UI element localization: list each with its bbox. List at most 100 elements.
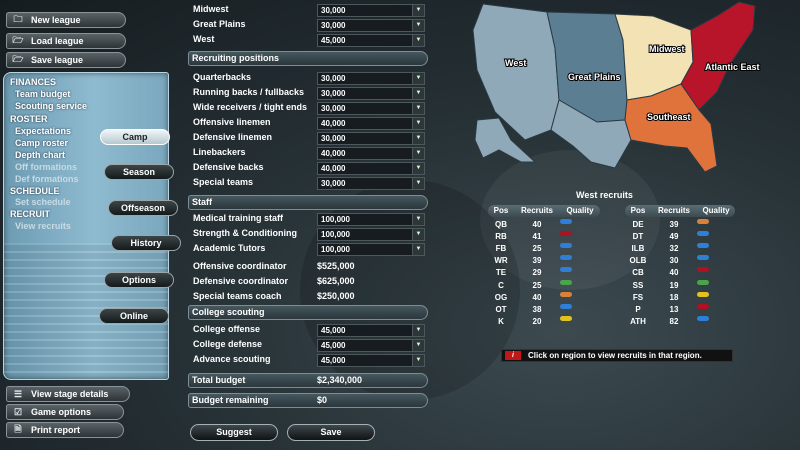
- budget-dropdown-wide-receivers-tight-ends[interactable]: 30,000 ▼: [317, 102, 425, 115]
- budget-row-label: West: [193, 34, 215, 44]
- dropdown-value: 45,000: [321, 356, 346, 365]
- budget-dropdown-defensive-linemen[interactable]: 30,000 ▼: [317, 132, 425, 145]
- budget-row-offensive-linemen: Offensive linemen 40,000 ▼: [190, 117, 430, 130]
- budget-dropdown-west[interactable]: 45,000 ▼: [317, 34, 425, 47]
- col-pos: Pos: [493, 206, 509, 215]
- recruit-row-wr[interactable]: WR 39: [488, 255, 600, 267]
- save-league-button[interactable]: 🗁 Save league: [6, 52, 126, 68]
- chevron-down-icon: ▼: [412, 178, 424, 189]
- recruit-row-fb[interactable]: FB 25: [488, 243, 600, 255]
- game-options-button[interactable]: ☑ Game options: [6, 404, 124, 420]
- recruit-row-ath[interactable]: ATH 82: [625, 315, 735, 328]
- recruit-row-cb[interactable]: CB 40: [625, 267, 735, 279]
- recruit-row-og[interactable]: OG 40: [488, 291, 600, 304]
- folder-save-icon: 🗁: [12, 54, 24, 64]
- menu-item-depth-chart[interactable]: Depth chart: [15, 150, 65, 160]
- menu-item-expectations[interactable]: Expectations: [15, 126, 71, 136]
- recruit-row-de[interactable]: DE 39: [625, 219, 735, 231]
- recruit-pos: CB: [632, 268, 644, 278]
- menu-item-view-recruits[interactable]: View recruits: [15, 221, 71, 231]
- stage-online-button[interactable]: Online: [99, 308, 169, 324]
- quality-indicator: [560, 267, 572, 273]
- recruit-row-dt[interactable]: DT 49: [625, 231, 735, 243]
- budget-dropdown-great-plains[interactable]: 30,000 ▼: [317, 19, 425, 32]
- stage-offseason-button[interactable]: Offseason: [108, 200, 178, 216]
- recruit-row-ss[interactable]: SS 19: [625, 279, 735, 292]
- sidebar: 🗀 New league 🗁 Load league 🗁 Save league…: [0, 0, 182, 450]
- print-report-button[interactable]: 🗎 Print report: [6, 422, 124, 438]
- budget-remaining-row: Budget remaining $0: [188, 393, 428, 408]
- map-label-southeast: Southeast: [647, 112, 691, 122]
- recruit-row-olb[interactable]: OLB 30: [625, 255, 735, 267]
- new-league-button[interactable]: 🗀 New league: [6, 12, 126, 28]
- budget-dropdown-academic-tutors[interactable]: 100,000 ▼: [317, 243, 425, 256]
- recruit-pos: OT: [495, 304, 507, 314]
- budget-dropdown-running-backs-fullbacks[interactable]: 30,000 ▼: [317, 87, 425, 100]
- recruit-quality: [560, 219, 600, 231]
- budget-dropdown-midwest[interactable]: 30,000 ▼: [317, 4, 425, 17]
- budget-dropdown-quarterbacks[interactable]: 30,000 ▼: [317, 72, 425, 85]
- view-stage-details-button[interactable]: ☰ View stage details: [6, 386, 130, 402]
- budget-dropdown-college-defense[interactable]: 45,000 ▼: [317, 339, 425, 352]
- list-icon: ☰: [13, 388, 23, 399]
- map-label-west: West: [505, 58, 526, 68]
- recruit-row-qb[interactable]: QB 40: [488, 219, 600, 231]
- budget-dropdown-college-offense[interactable]: 45,000 ▼: [317, 324, 425, 337]
- recruit-pos: TE: [495, 268, 507, 278]
- recruit-row-ilb[interactable]: ILB 32: [625, 243, 735, 255]
- budget-dropdown-medical-training-staff[interactable]: 100,000 ▼: [317, 213, 425, 226]
- recruit-pos: ILB: [631, 244, 645, 254]
- budget-dropdown-special-teams[interactable]: 30,000 ▼: [317, 177, 425, 190]
- load-league-button[interactable]: 🗁 Load league: [6, 33, 126, 49]
- save-button[interactable]: Save: [287, 424, 375, 441]
- quality-indicator: [697, 219, 709, 224]
- budget-row-linebackers: Linebackers 40,000 ▼: [190, 147, 430, 160]
- recruit-row-k[interactable]: K 20: [488, 315, 600, 328]
- budget-row-label: College offense: [193, 324, 261, 334]
- suggest-button[interactable]: Suggest: [190, 424, 278, 441]
- budget-dropdown-defensive-backs[interactable]: 40,000 ▼: [317, 162, 425, 175]
- recruit-row-rb[interactable]: RB 41: [488, 231, 600, 243]
- chevron-down-icon: ▼: [412, 214, 424, 225]
- print-report-label: Print report: [31, 425, 81, 435]
- menu-item-camp-roster[interactable]: Camp roster: [15, 138, 68, 148]
- menu-item-scouting-service[interactable]: Scouting service: [15, 101, 87, 111]
- recruit-count: 13: [669, 304, 679, 314]
- recruit-count: 49: [669, 232, 679, 242]
- menu-item-off-formations[interactable]: Off formations: [15, 162, 77, 172]
- dropdown-value: 30,000: [321, 21, 346, 30]
- recruit-pos: OLB: [629, 256, 647, 266]
- map-label-great-plains: Great Plains: [568, 72, 621, 82]
- stage-camp-button[interactable]: Camp: [100, 129, 170, 145]
- col-quality: Quality: [566, 206, 594, 215]
- recruit-pos: SS: [632, 280, 644, 290]
- recruit-row-c[interactable]: C 25: [488, 279, 600, 292]
- recruit-row-ot[interactable]: OT 38: [488, 303, 600, 316]
- quality-indicator: [697, 243, 709, 249]
- info-icon: i: [505, 351, 521, 360]
- quality-indicator: [560, 315, 572, 321]
- menu-item-set-schedule[interactable]: Set schedule: [15, 197, 71, 207]
- stage-history-button[interactable]: History: [111, 235, 181, 251]
- quality-indicator: [560, 291, 572, 297]
- quality-indicator: [697, 231, 709, 237]
- stage-season-button[interactable]: Season: [104, 164, 174, 180]
- budget-row-label: Special teams: [193, 177, 254, 187]
- menu-item-def-formations[interactable]: Def formations: [15, 174, 79, 184]
- budget-dropdown-strength-conditioning[interactable]: 100,000 ▼: [317, 228, 425, 241]
- total-budget-label: Total budget: [192, 375, 246, 385]
- recruit-row-p[interactable]: P 13: [625, 303, 735, 316]
- budget-dropdown-linebackers[interactable]: 40,000 ▼: [317, 147, 425, 160]
- col-quality: Quality: [702, 206, 730, 215]
- menu-item-team-budget[interactable]: Team budget: [15, 89, 70, 99]
- dropdown-value: 30,000: [321, 134, 346, 143]
- stage-options-button[interactable]: Options: [104, 272, 174, 288]
- budget-dropdown-advance-scouting[interactable]: 45,000 ▼: [317, 354, 425, 367]
- recruit-pos: DE: [632, 220, 644, 229]
- menu-header-schedule: SCHEDULE: [10, 186, 60, 196]
- recruit-row-fs[interactable]: FS 18: [625, 291, 735, 304]
- folder-icon: 🗀: [13, 14, 23, 24]
- recruit-row-te[interactable]: TE 29: [488, 267, 600, 279]
- budget-dropdown-offensive-linemen[interactable]: 40,000 ▼: [317, 117, 425, 130]
- budget-row-label: Offensive linemen: [193, 117, 271, 127]
